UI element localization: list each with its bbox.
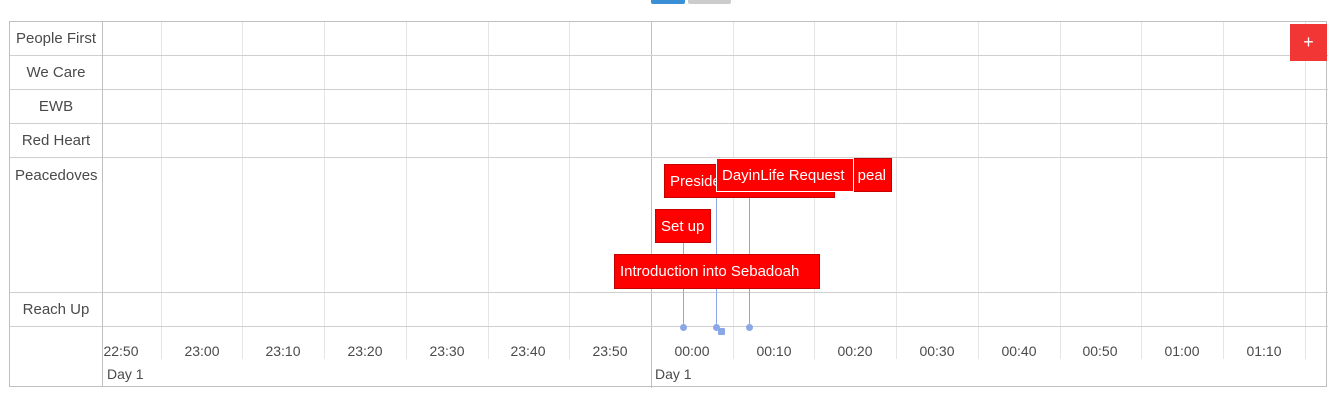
view-toggle-inactive[interactable] [688, 0, 731, 4]
grid-line [242, 22, 243, 359]
timeline-item[interactable]: Introduction into Sebadoah [614, 254, 820, 289]
grid-line [896, 22, 897, 359]
grid-line [1305, 22, 1306, 359]
time-tick: 00:40 [1001, 343, 1037, 359]
grid-line [1141, 22, 1142, 359]
time-tick: 00:20 [837, 343, 873, 359]
group-label: Peacedoves [15, 167, 98, 184]
item-label: Preside [670, 172, 721, 190]
row-divider [10, 89, 1328, 90]
item-label: DayinLife Request [722, 166, 845, 184]
grid-line [161, 22, 162, 359]
grid-line [569, 22, 570, 359]
grid-line [488, 22, 489, 359]
group-label: We Care [26, 64, 86, 81]
day-label: Day 1 [655, 366, 692, 382]
grid-line [1060, 22, 1061, 359]
group-label: Red Heart [21, 132, 91, 149]
row-divider [10, 292, 1328, 293]
timeline-item[interactable]: DayinLife Request [716, 158, 854, 192]
item-dot[interactable] [718, 328, 725, 335]
add-item-button[interactable]: + [1290, 24, 1327, 61]
time-tick: 23:00 [184, 343, 220, 359]
time-tick: 00:50 [1082, 343, 1118, 359]
grid-line [978, 22, 979, 359]
timeline: People First We Care EWB Red Heart Peace… [9, 21, 1328, 388]
view-toggle-active[interactable] [651, 0, 685, 4]
time-tick: 00:00 [674, 343, 710, 359]
timeline-item[interactable]: Set up [655, 209, 711, 243]
time-tick: 23:10 [265, 343, 301, 359]
time-tick: 00:30 [919, 343, 955, 359]
time-tick: 23:50 [592, 343, 628, 359]
axis-divider [10, 326, 1328, 327]
item-label: peal [857, 166, 886, 184]
item-label: Set up [661, 217, 705, 235]
item-dot[interactable] [746, 324, 753, 331]
row-divider [10, 157, 1328, 158]
grid-line [1223, 22, 1224, 359]
grid-line [324, 22, 325, 359]
item-label: Introduction into Sebadoah [620, 263, 800, 280]
group-label: EWB [38, 98, 74, 115]
row-divider [10, 123, 1328, 124]
item-dot[interactable] [680, 324, 687, 331]
time-tick: 23:40 [510, 343, 546, 359]
time-tick: 01:00 [1164, 343, 1200, 359]
group-labels-column: People First We Care EWB Red Heart Peace… [10, 22, 103, 386]
day-boundary-line [651, 22, 652, 388]
row-divider [10, 55, 1328, 56]
time-tick: 23:30 [429, 343, 465, 359]
time-tick: 01:10 [1246, 343, 1282, 359]
group-label: People First [15, 30, 97, 47]
day-label: Day 1 [107, 366, 144, 382]
group-label: Reach Up [22, 301, 90, 318]
grid-line [406, 22, 407, 359]
time-tick: 23:20 [347, 343, 383, 359]
time-tick: 22:50 [103, 343, 139, 359]
time-tick: 00:10 [756, 343, 792, 359]
